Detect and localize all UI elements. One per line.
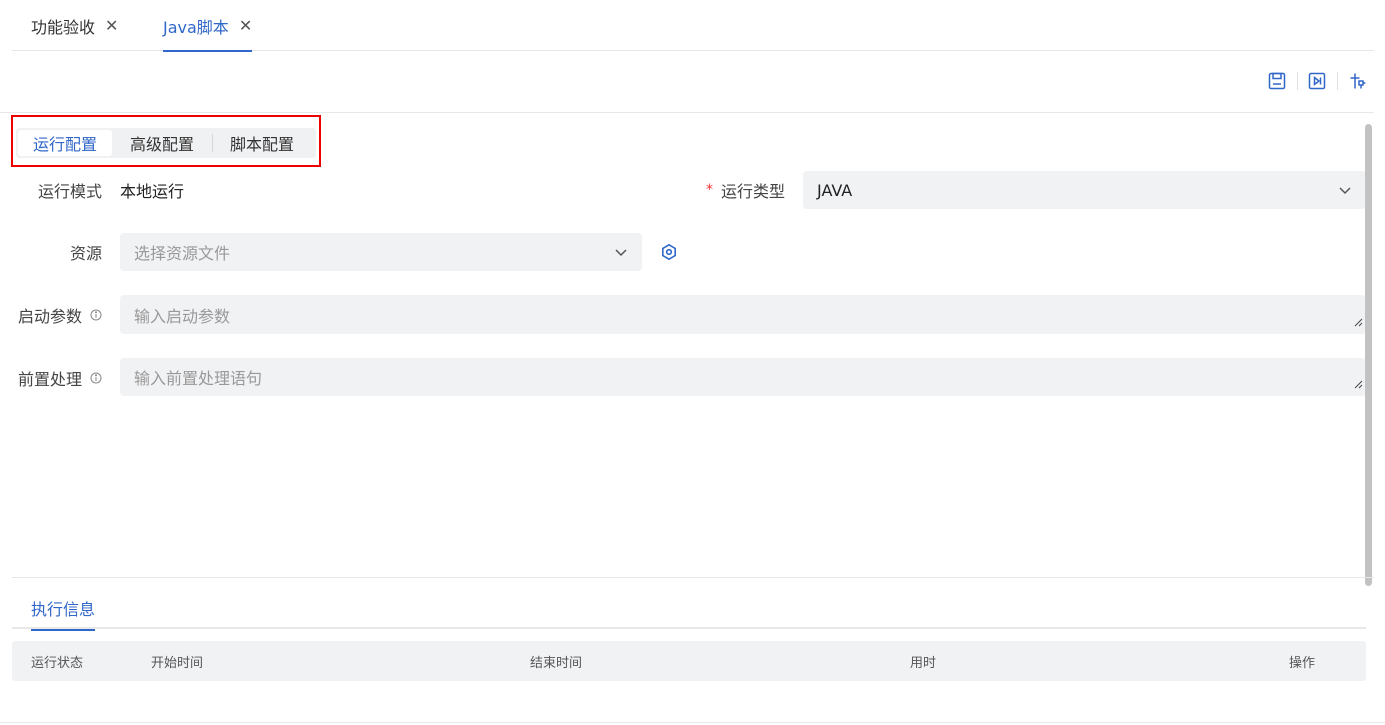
resource-settings-icon[interactable] <box>659 242 679 262</box>
run-mode-label: 运行模式 <box>37 182 102 201</box>
tab-label: 运行配置 <box>32 135 97 154</box>
exec-table-header: 运行状态 开始时间 结束时间 用时 操作 <box>12 641 1366 681</box>
close-icon[interactable]: ✕ <box>239 16 252 35</box>
startup-params-placeholder: 输入启动参数 <box>134 306 231 326</box>
chevron-down-icon <box>614 245 628 259</box>
resource-label: 资源 <box>69 244 102 263</box>
editor-tabs: 功能验收 ✕ Java脚本 ✕ <box>12 0 1374 52</box>
chevron-down-icon <box>1338 183 1352 197</box>
column-header-duration: 用时 <box>910 655 937 671</box>
close-icon[interactable]: ✕ <box>105 16 118 35</box>
resize-handle-icon[interactable] <box>1353 312 1363 331</box>
startup-params-input[interactable]: 输入启动参数 <box>120 295 1366 334</box>
scrollbar[interactable] <box>1365 124 1372 586</box>
config-tabs-highlight: 运行配置 高级配置 脚本配置 <box>11 115 321 167</box>
tab-label: Java脚本 <box>163 17 229 37</box>
column-header-actions: 操作 <box>1289 655 1316 671</box>
run-type-label: * 运行类型 <box>660 171 785 209</box>
save-icon[interactable] <box>1266 70 1288 92</box>
tab-label: 执行信息 <box>31 599 96 619</box>
resize-handle-icon[interactable] <box>1353 374 1363 393</box>
startup-params-label: 启动参数 <box>12 296 102 334</box>
tab-label: 高级配置 <box>129 135 194 154</box>
tab-script-config[interactable]: 脚本配置 <box>213 130 311 156</box>
required-marker: * <box>705 182 713 198</box>
startup-params-label-text: 启动参数 <box>17 307 82 326</box>
preprocess-input[interactable]: 输入前置处理语句 <box>120 358 1366 396</box>
column-header-status: 运行状态 <box>31 655 84 671</box>
preprocess-label: 前置处理 <box>12 359 102 397</box>
resource-select[interactable]: 选择资源文件 <box>120 233 642 271</box>
config-tabs: 运行配置 高级配置 脚本配置 <box>16 128 316 158</box>
resource-placeholder: 选择资源文件 <box>134 244 231 263</box>
toolbar-separator <box>1297 72 1298 90</box>
tab-label: 脚本配置 <box>229 135 294 154</box>
tab-run-config[interactable]: 运行配置 <box>18 130 112 156</box>
section-divider <box>12 577 1374 578</box>
tab-exec-info[interactable]: 执行信息 <box>31 586 96 631</box>
preprocess-label-text: 前置处理 <box>17 370 82 389</box>
info-icon[interactable] <box>90 309 102 321</box>
tab-java-script[interactable]: Java脚本 ✕ <box>163 0 253 52</box>
toolbar <box>0 52 1374 113</box>
tab-function-acceptance[interactable]: 功能验收 ✕ <box>31 0 118 51</box>
bottom-divider <box>0 722 1385 723</box>
page: 功能验收 ✕ Java脚本 ✕ 运行配置 高级配置 脚本配置 运行模式 本地运行… <box>0 0 1385 725</box>
exec-tabs: 执行信息 <box>12 586 1366 631</box>
debug-icon[interactable] <box>1347 70 1369 92</box>
preprocess-placeholder: 输入前置处理语句 <box>134 369 263 388</box>
run-icon[interactable] <box>1306 70 1328 92</box>
run-type-label-text: 运行类型 <box>720 182 785 201</box>
info-icon[interactable] <box>90 372 102 384</box>
tab-label: 功能验收 <box>31 17 96 37</box>
run-type-value: JAVA <box>817 180 853 200</box>
column-header-start-time: 开始时间 <box>151 655 204 671</box>
toolbar-separator <box>1337 72 1338 90</box>
run-mode-value: 本地运行 <box>120 182 185 201</box>
run-type-select[interactable]: JAVA <box>803 171 1366 209</box>
column-header-end-time: 结束时间 <box>530 655 583 671</box>
tab-advanced-config[interactable]: 高级配置 <box>112 130 212 156</box>
